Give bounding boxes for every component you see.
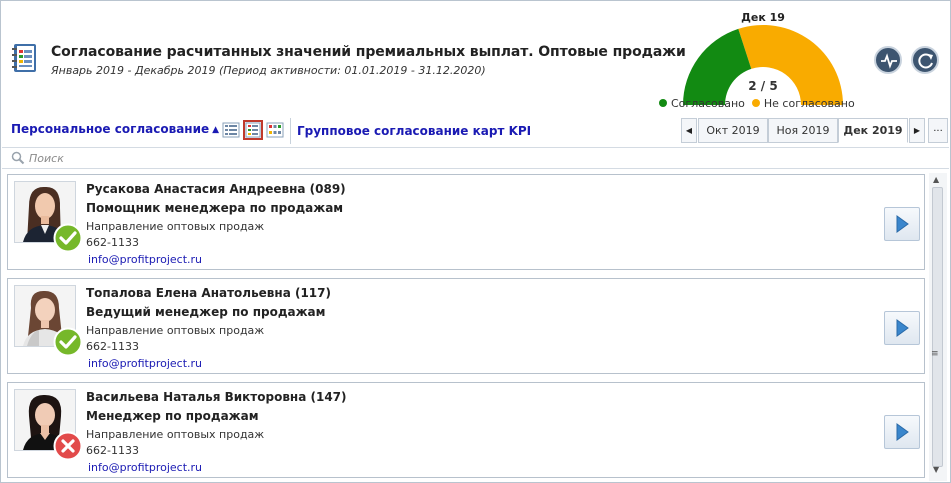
more-months-button[interactable]: ...: [928, 118, 948, 143]
approved-check-icon: [53, 223, 83, 253]
legend-approved-label: Согласовано: [671, 97, 745, 110]
scroll-down-icon[interactable]: ▼: [933, 465, 939, 474]
month-tab-oct[interactable]: Окт 2019: [698, 118, 768, 143]
search-input[interactable]: Поиск: [29, 152, 64, 165]
month-prev-button[interactable]: ◀: [681, 118, 697, 143]
employee-phone: 662-1133: [86, 236, 139, 249]
gauge-approved-arc: [683, 28, 752, 105]
approval-panel: Согласование расчитанных значений премиа…: [0, 0, 951, 483]
scroll-up-icon[interactable]: ▲: [933, 175, 939, 184]
employee-card[interactable]: Топалова Елена Анатольевна (117) Ведущий…: [7, 278, 925, 374]
gauge-arc: [683, 25, 843, 106]
legend-not-approved-dot: [751, 99, 760, 107]
open-employee-button[interactable]: [884, 207, 920, 241]
open-employee-button[interactable]: [884, 415, 920, 449]
employee-phone: 662-1133: [86, 340, 139, 353]
refresh-button[interactable]: [911, 46, 939, 74]
personal-approval-label: Персональное согласование: [11, 122, 210, 136]
month-tab-dec[interactable]: Дек 2019: [838, 118, 908, 143]
gauge-legend: Согласовано Не согласовано: [659, 97, 855, 110]
employee-department: Направление оптовых продаж: [86, 220, 265, 233]
grid-view-icon: [266, 122, 284, 138]
employee-name: Васильева Наталья Викторовна (147): [86, 390, 347, 404]
personal-approval-toggle[interactable]: Персональное согласование ▲: [11, 122, 219, 136]
gauge-not-approved-arc: [738, 25, 843, 106]
compact-list-icon: [222, 122, 240, 138]
gauge-value: 2 / 5: [748, 79, 778, 93]
play-arrow-icon: [896, 215, 909, 233]
scroll-grip-icon: ≡: [931, 349, 939, 359]
employee-department: Направление оптовых продаж: [86, 324, 265, 337]
employee-name: Топалова Елена Анатольевна (117): [86, 286, 331, 300]
page-title: Согласование расчитанных значений премиа…: [51, 44, 686, 60]
employee-email-link[interactable]: info@profitproject.ru: [88, 461, 202, 474]
month-tab-nov[interactable]: Ноя 2019: [768, 118, 838, 143]
approved-check-icon: [53, 327, 83, 357]
employee-card[interactable]: Васильева Наталья Викторовна (147) Менед…: [7, 382, 925, 478]
notebook-icon: [12, 44, 36, 72]
play-arrow-icon: [896, 423, 909, 441]
legend-approved-dot: [659, 99, 667, 107]
grid-view-button[interactable]: [265, 120, 285, 140]
employee-card[interactable]: Русакова Анастасия Андреевна (089) Помощ…: [7, 174, 925, 270]
chevron-right-icon: ▶: [913, 126, 921, 135]
card-view-button[interactable]: [243, 120, 263, 140]
employee-list: Русакова Анастасия Андреевна (089) Помощ…: [7, 174, 927, 482]
chevron-left-icon: ◀: [685, 126, 693, 135]
employee-name: Русакова Анастасия Андреевна (089): [86, 182, 346, 196]
scroll-thumb[interactable]: [932, 187, 943, 467]
refresh-icon: [918, 53, 933, 69]
period-subtitle: Январь 2019 - Декабрь 2019 (Период актив…: [51, 64, 486, 77]
rejected-cross-icon: [53, 431, 83, 461]
employee-email-link[interactable]: info@profitproject.ru: [88, 357, 202, 370]
pulse-button[interactable]: [874, 46, 902, 74]
employee-phone: 662-1133: [86, 444, 139, 457]
play-arrow-icon: [896, 319, 909, 337]
card-list-icon: [245, 122, 261, 138]
legend-not-approved-label: Не согласовано: [763, 97, 855, 110]
list-view-button[interactable]: [221, 120, 241, 140]
group-approval-label[interactable]: Групповое согласование карт KPI: [297, 124, 531, 138]
search-icon: [11, 151, 25, 165]
month-next-button[interactable]: ▶: [909, 118, 925, 143]
employee-position: Менеджер по продажам: [86, 409, 259, 423]
employee-position: Ведущий менеджер по продажам: [86, 305, 326, 319]
open-employee-button[interactable]: [884, 311, 920, 345]
list-scrollbar[interactable]: ▲ ≡ ▼: [929, 173, 947, 481]
employee-email-link[interactable]: info@profitproject.ru: [88, 253, 202, 266]
employee-position: Помощник менеджера по продажам: [86, 201, 344, 215]
gauge-month-label: Дек 19: [741, 11, 785, 24]
employee-department: Направление оптовых продаж: [86, 428, 265, 441]
pulse-icon: [881, 53, 897, 69]
search-bar[interactable]: [2, 147, 949, 169]
triangle-up-icon: ▲: [212, 125, 220, 135]
